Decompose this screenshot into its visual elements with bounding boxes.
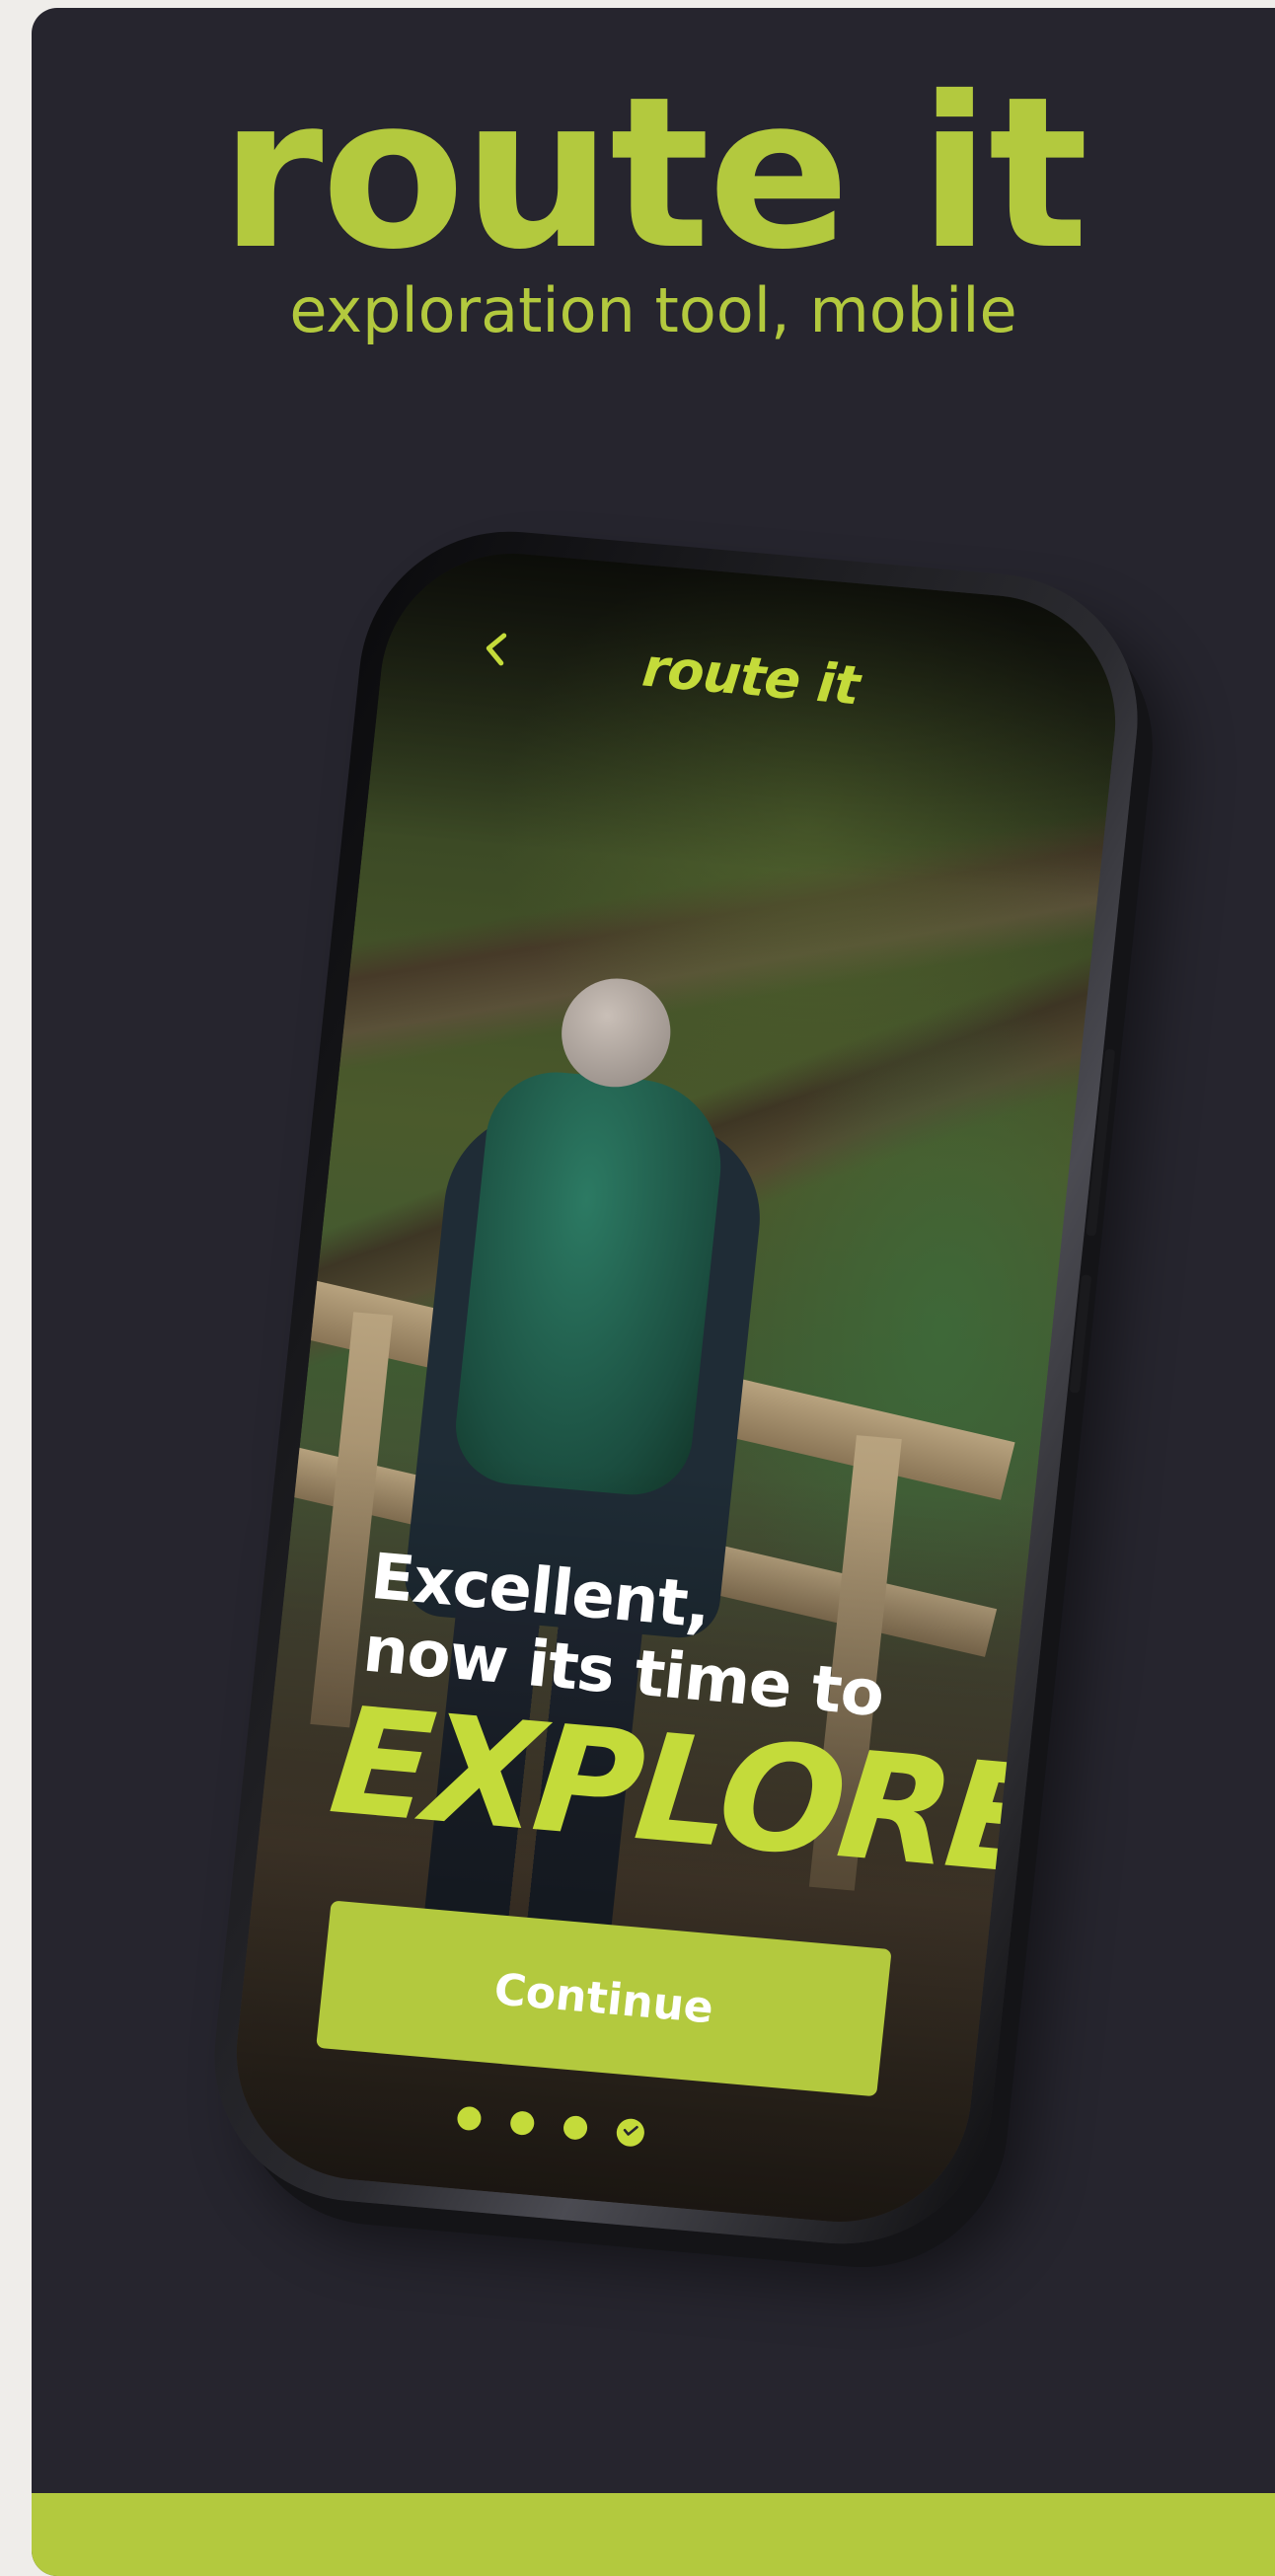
brand-title: route it [219,51,1088,295]
footer-accent-bar [32,2493,1275,2576]
pager-dot-current[interactable] [615,2117,646,2148]
check-icon [621,2121,640,2145]
presentation-card: route it exploration tool, mobile route … [32,8,1275,2576]
pager-dot[interactable] [509,2110,536,2137]
phone-mockup: route it Excellent, now its time to EXPL… [199,519,1153,2256]
brand-subtitle: exploration tool, mobile [289,274,1017,346]
pager-dot[interactable] [562,2114,589,2141]
pager-dot[interactable] [456,2105,483,2132]
